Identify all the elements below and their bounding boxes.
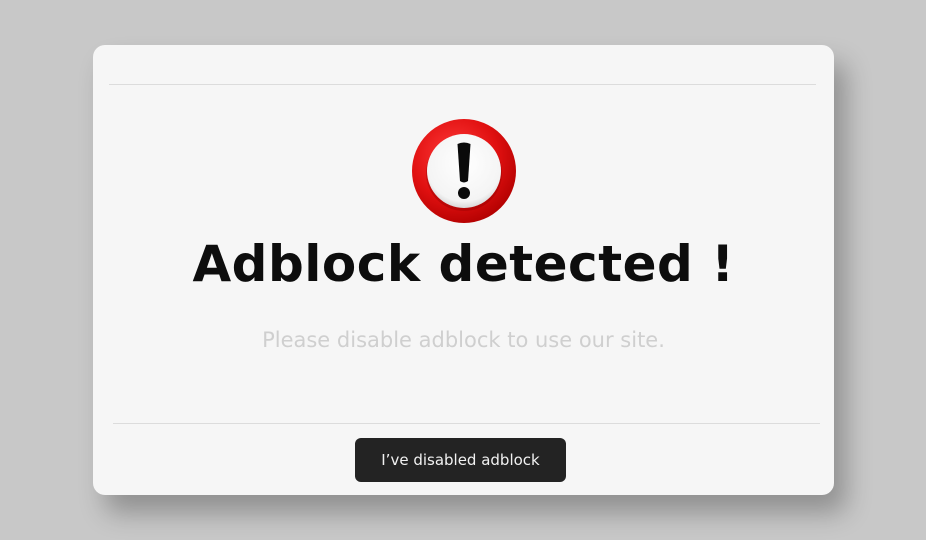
disabled-adblock-button[interactable]: I’ve disabled adblock bbox=[355, 438, 566, 482]
adblock-modal: Adblock detected ! Please disable adbloc… bbox=[93, 45, 834, 495]
modal-title: Adblock detected ! bbox=[192, 235, 735, 293]
exclamation-warning-icon bbox=[412, 119, 516, 223]
modal-message: Please disable adblock to use our site. bbox=[262, 328, 665, 352]
bottom-divider bbox=[113, 423, 820, 424]
top-divider bbox=[109, 84, 816, 85]
